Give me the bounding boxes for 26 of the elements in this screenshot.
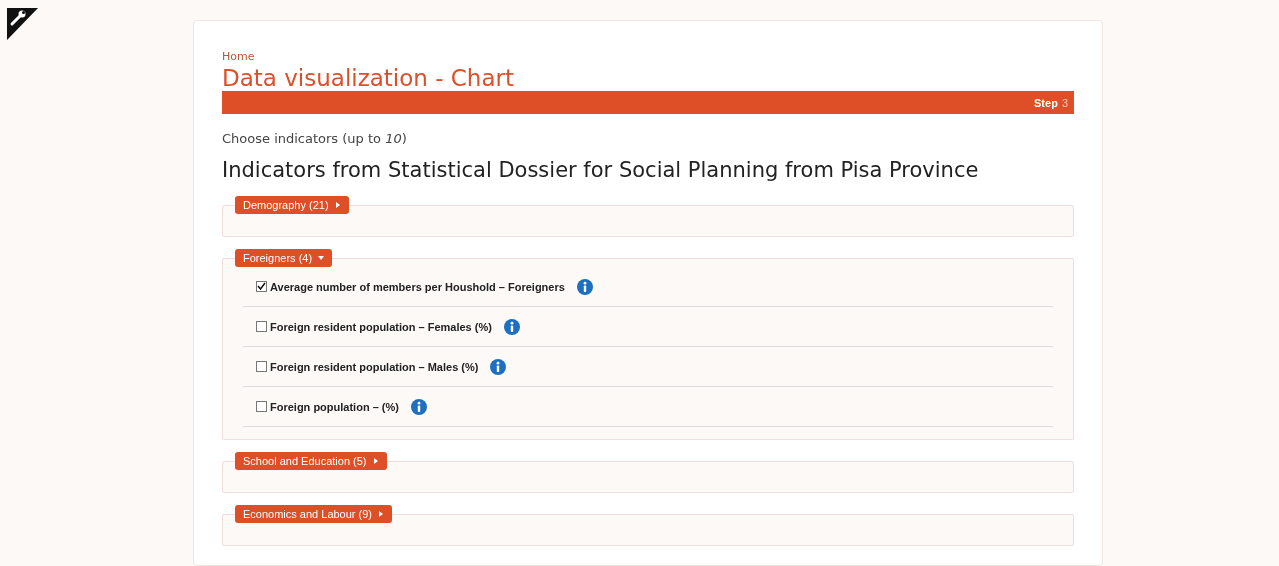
group-toggle[interactable]: School and Education (5) bbox=[235, 452, 387, 470]
caret-icon bbox=[318, 255, 325, 261]
indicator-label: Foreign resident population – Males (%) bbox=[270, 360, 479, 373]
home-link[interactable]: Home bbox=[222, 50, 255, 63]
info-icon[interactable] bbox=[503, 318, 520, 335]
group-toggle[interactable]: Economics and Labour (9) bbox=[235, 505, 392, 523]
info-icon[interactable] bbox=[410, 398, 427, 415]
caret-icon bbox=[334, 202, 341, 208]
group-toggle[interactable]: Foreigners (4) bbox=[235, 249, 333, 267]
checkbox[interactable] bbox=[256, 401, 267, 412]
instruction-text: Choose indicators (up to 10) bbox=[222, 131, 408, 146]
group-toggle[interactable]: Demography (21) bbox=[235, 196, 349, 214]
indicator-label: Foreign resident population – Females (%) bbox=[270, 320, 492, 333]
indicator-label: Average number of members per Houshold – Foreigners bbox=[270, 280, 565, 293]
step-label: Step bbox=[1034, 96, 1058, 109]
page-title: Data visualization - Chart bbox=[222, 65, 515, 91]
info-icon[interactable] bbox=[576, 278, 593, 295]
checkbox[interactable] bbox=[256, 361, 267, 372]
caret-icon bbox=[378, 511, 384, 517]
indicator-label: Foreign population – (%) bbox=[270, 400, 399, 413]
caret-icon bbox=[372, 458, 379, 464]
checkbox[interactable] bbox=[256, 321, 267, 332]
info-icon[interactable] bbox=[490, 358, 507, 375]
checkbox[interactable] bbox=[256, 281, 267, 292]
section-heading: Indicators from Statistical Dossier for Social Planning from Pisa Province bbox=[222, 158, 980, 182]
step-number: 3 bbox=[1061, 96, 1068, 109]
